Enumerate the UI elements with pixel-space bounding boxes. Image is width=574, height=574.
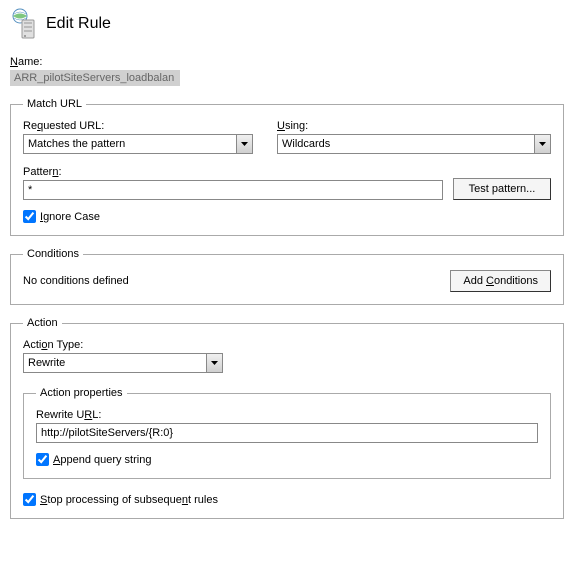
requested-url-select[interactable]: Matches the pattern (23, 134, 253, 154)
conditions-group: Conditions No conditions defined Add Con… (10, 248, 564, 305)
conditions-legend: Conditions (23, 248, 83, 260)
using-select[interactable]: Wildcards (277, 134, 551, 154)
ignore-case-checkbox[interactable] (23, 210, 36, 223)
action-group: Action Action Type: Rewrite Action prope… (10, 317, 564, 519)
page-header: Edit Rule (10, 8, 564, 40)
requested-url-value: Matches the pattern (24, 138, 236, 150)
name-value: ARR_pilotSiteServers_loadbalan (10, 70, 180, 86)
stop-processing-label: Stop processing of subsequent rules (40, 494, 218, 506)
append-query-checkbox[interactable] (36, 453, 49, 466)
action-properties-group: Action properties Rewrite URL: Append qu… (23, 387, 551, 479)
ignore-case-label: Ignore Case (40, 211, 100, 223)
action-legend: Action (23, 317, 62, 329)
stop-processing-checkbox[interactable] (23, 493, 36, 506)
action-properties-legend: Action properties (36, 387, 127, 399)
rewrite-url-label: Rewrite URL: (36, 409, 538, 421)
action-type-select[interactable]: Rewrite (23, 353, 223, 373)
match-url-legend: Match URL (23, 98, 86, 110)
chevron-down-icon[interactable] (206, 354, 222, 372)
name-section: Name: ARR_pilotSiteServers_loadbalan (10, 56, 564, 86)
page-title: Edit Rule (46, 15, 111, 33)
using-label: Using: (277, 120, 551, 132)
match-url-group: Match URL Requested URL: Matches the pat… (10, 98, 564, 236)
rewrite-url-input[interactable] (36, 423, 538, 443)
requested-url-label: Requested URL: (23, 120, 253, 132)
pattern-label: Pattern: (23, 166, 443, 178)
chevron-down-icon[interactable] (534, 135, 550, 153)
action-type-value: Rewrite (24, 357, 206, 369)
pattern-input[interactable] (23, 180, 443, 200)
conditions-empty-text: No conditions defined (23, 275, 129, 287)
append-query-label: Append query string (53, 454, 151, 466)
globe-server-icon (10, 8, 38, 40)
test-pattern-button[interactable]: Test pattern... (453, 178, 551, 200)
using-value: Wildcards (278, 138, 534, 150)
chevron-down-icon[interactable] (236, 135, 252, 153)
action-type-label: Action Type: (23, 339, 223, 351)
name-label: Name: (10, 56, 564, 68)
add-conditions-button[interactable]: Add Conditions (450, 270, 551, 292)
